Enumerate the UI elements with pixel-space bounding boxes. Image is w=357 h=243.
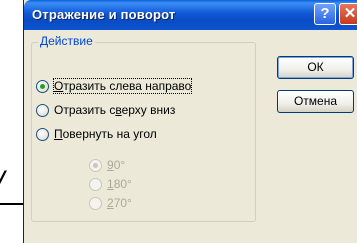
dialog-title: Отражение и поворот [32,7,176,22]
radio-circle-icon[interactable] [36,104,49,117]
title-bar[interactable]: Отражение и поворот ? ✕ [24,0,357,30]
ok-button[interactable]: ОК [277,56,354,79]
action-group-legend: Действие [38,34,95,48]
radio-circle-icon[interactable] [36,128,49,141]
radio-angle-270-label: 270° [107,196,132,210]
radio-circle-icon[interactable] [89,197,102,210]
radio-circle-icon[interactable] [89,159,102,172]
radio-flip-horizontal-label: Отразить слева направо [52,78,193,94]
background-text-fragment: / [0,168,4,199]
radio-angle-90-label: 90° [107,158,126,172]
cancel-button[interactable]: Отмена [277,90,354,113]
question-icon: ? [320,5,330,22]
help-button[interactable]: ? [314,3,336,25]
radio-rotate-by-angle-label: Повернуть на угол [54,127,157,141]
close-icon: ✕ [343,5,357,22]
radio-angle-180-label: 180° [107,177,132,191]
radio-circle-icon[interactable] [89,178,102,191]
radio-flip-vertical-label: Отразить сверху вниз [54,103,176,117]
flip-rotate-dialog: Отражение и поворот ? ✕ Действие Отразит… [23,0,357,243]
close-button[interactable]: ✕ [339,3,357,25]
page: / Отражение и поворот ? ✕ Действие Отраз… [0,0,357,243]
radio-circle-icon[interactable] [36,80,49,93]
